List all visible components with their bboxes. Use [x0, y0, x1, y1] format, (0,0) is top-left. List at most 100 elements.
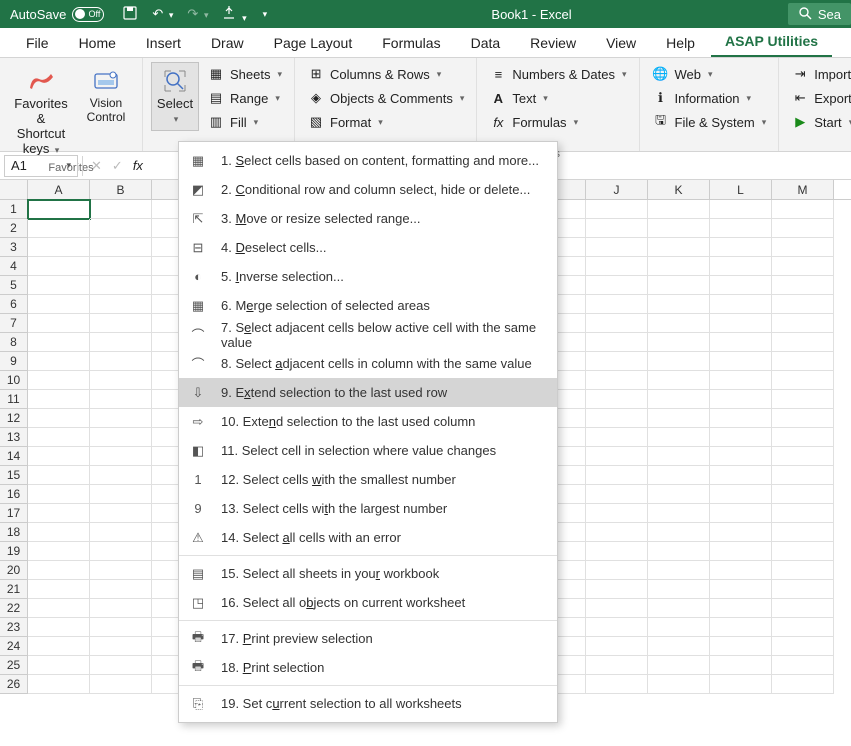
cell[interactable] [710, 637, 772, 656]
column-header[interactable]: K [648, 180, 710, 199]
cell[interactable] [28, 504, 90, 523]
cell[interactable] [648, 504, 710, 523]
row-header[interactable]: 1 [0, 200, 28, 219]
cell[interactable] [90, 523, 152, 542]
cell[interactable] [586, 276, 648, 295]
cell[interactable] [28, 295, 90, 314]
menu-item-18[interactable]: 🖶18. Print selection [179, 653, 557, 682]
cell[interactable] [586, 295, 648, 314]
select-all-corner[interactable] [0, 180, 28, 199]
redo-icon[interactable]: ↷ ▾ [187, 6, 208, 22]
file-system-button[interactable]: 🖫File & System▾ [648, 110, 771, 134]
cell[interactable] [772, 390, 834, 409]
cell[interactable] [710, 447, 772, 466]
row-header[interactable]: 16 [0, 485, 28, 504]
cell[interactable] [648, 523, 710, 542]
cell[interactable] [28, 276, 90, 295]
cell[interactable] [28, 580, 90, 599]
tab-data[interactable]: Data [457, 29, 515, 57]
cell[interactable] [710, 542, 772, 561]
cell[interactable] [28, 599, 90, 618]
select-button[interactable]: Select▾ [151, 62, 199, 131]
cell[interactable] [648, 238, 710, 257]
column-header[interactable]: L [710, 180, 772, 199]
cell[interactable] [710, 257, 772, 276]
row-header[interactable]: 3 [0, 238, 28, 257]
cell[interactable] [710, 580, 772, 599]
row-header[interactable]: 12 [0, 409, 28, 428]
cell[interactable] [772, 675, 834, 694]
cell[interactable] [648, 390, 710, 409]
menu-item-9[interactable]: ⇩9. Extend selection to the last used ro… [179, 378, 557, 407]
cell[interactable] [710, 561, 772, 580]
cell[interactable] [90, 618, 152, 637]
menu-item-12[interactable]: 112. Select cells with the smallest numb… [179, 465, 557, 494]
tab-asap-utilities[interactable]: ASAP Utilities [711, 27, 832, 57]
row-header[interactable]: 20 [0, 561, 28, 580]
cell[interactable] [90, 637, 152, 656]
row-header[interactable]: 11 [0, 390, 28, 409]
cell[interactable] [772, 371, 834, 390]
undo-icon[interactable]: ↶ ▾ [152, 6, 173, 22]
cell[interactable] [90, 238, 152, 257]
menu-item-6[interactable]: ▦6. Merge selection of selected areas [179, 291, 557, 320]
cell[interactable] [28, 618, 90, 637]
cell[interactable] [28, 656, 90, 675]
cancel-icon[interactable]: ✕ [91, 158, 102, 174]
cell[interactable] [648, 466, 710, 485]
cell[interactable] [710, 390, 772, 409]
cell[interactable] [772, 333, 834, 352]
menu-item-2[interactable]: ◩2. Conditional row and column select, h… [179, 175, 557, 204]
row-header[interactable]: 6 [0, 295, 28, 314]
row-header[interactable]: 7 [0, 314, 28, 333]
save-icon[interactable] [122, 5, 138, 24]
cell[interactable] [710, 295, 772, 314]
cell[interactable] [28, 238, 90, 257]
sheets-button[interactable]: ▦Sheets▾ [203, 62, 286, 86]
cell[interactable] [710, 523, 772, 542]
cell[interactable] [586, 238, 648, 257]
cell[interactable] [586, 200, 648, 219]
cell[interactable] [772, 599, 834, 618]
qat-more-icon[interactable]: ▾ [263, 9, 268, 20]
row-header[interactable]: 2 [0, 219, 28, 238]
cell[interactable] [586, 561, 648, 580]
row-header[interactable]: 26 [0, 675, 28, 694]
cell[interactable] [648, 352, 710, 371]
cell[interactable] [710, 333, 772, 352]
row-header[interactable]: 13 [0, 428, 28, 447]
cell[interactable] [648, 295, 710, 314]
cell[interactable] [90, 219, 152, 238]
cell[interactable] [772, 409, 834, 428]
format-button[interactable]: ▧Format▾ [303, 110, 468, 134]
column-header[interactable]: A [28, 180, 90, 199]
cell[interactable] [586, 618, 648, 637]
menu-item-8[interactable]: ⌒8. Select adjacent cells in column with… [179, 349, 557, 378]
cell[interactable] [90, 257, 152, 276]
cell[interactable] [648, 485, 710, 504]
cell[interactable] [710, 238, 772, 257]
cell[interactable] [586, 333, 648, 352]
cell[interactable] [648, 447, 710, 466]
cell[interactable] [772, 219, 834, 238]
column-header[interactable]: B [90, 180, 152, 199]
tab-file[interactable]: File [12, 29, 63, 57]
cell[interactable] [772, 580, 834, 599]
menu-item-14[interactable]: ⚠14. Select all cells with an error [179, 523, 557, 552]
cell[interactable] [648, 637, 710, 656]
cell[interactable] [28, 485, 90, 504]
cell[interactable] [28, 561, 90, 580]
cell[interactable] [772, 618, 834, 637]
cell[interactable] [90, 675, 152, 694]
cell[interactable] [28, 371, 90, 390]
tab-page-layout[interactable]: Page Layout [260, 29, 367, 57]
row-header[interactable]: 15 [0, 466, 28, 485]
favorites-button[interactable]: Favorites & Shortcut keys ▾ [8, 62, 74, 162]
cell[interactable] [90, 314, 152, 333]
cell[interactable] [710, 466, 772, 485]
objects-button[interactable]: ◈Objects & Comments▾ [303, 86, 468, 110]
row-header[interactable]: 18 [0, 523, 28, 542]
cell[interactable] [772, 238, 834, 257]
cell[interactable] [710, 675, 772, 694]
tab-help[interactable]: Help [652, 29, 709, 57]
